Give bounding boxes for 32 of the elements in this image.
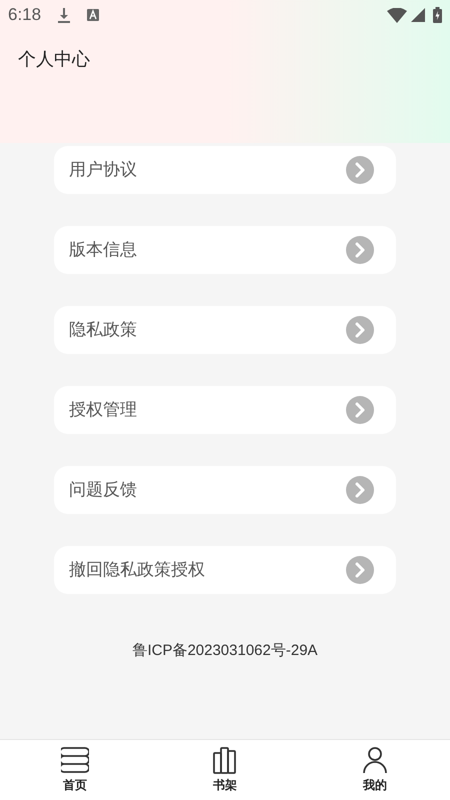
menu-item[interactable]: 隐私政策 (54, 306, 396, 354)
menu-item[interactable]: 问题反馈 (54, 466, 396, 514)
chevron-right-icon (346, 156, 374, 184)
menu-label: 问题反馈 (69, 479, 137, 502)
menu-item[interactable]: 版本信息 (54, 226, 396, 274)
page-title: 个人中心 (18, 48, 90, 71)
font-icon (87, 9, 100, 21)
wifi-icon (387, 8, 407, 22)
menu-item[interactable]: 用户协议 (54, 146, 396, 194)
battery-icon (433, 7, 442, 23)
chevron-right-icon (346, 556, 374, 584)
books-icon (213, 746, 237, 774)
download-icon (57, 7, 72, 23)
signal-icon (411, 8, 425, 22)
menu-label: 版本信息 (69, 239, 137, 262)
chevron-right-icon (346, 476, 374, 504)
person-icon (362, 746, 388, 774)
tab[interactable]: 书架 (150, 740, 300, 800)
book-stack-icon (61, 746, 89, 774)
menu-label: 隐私政策 (69, 319, 137, 342)
icp-number: 鲁ICP备2023031062号-29A (132, 641, 318, 661)
menu-label: 授权管理 (69, 399, 137, 422)
tab[interactable]: 首页 (0, 740, 150, 800)
chevron-right-icon (346, 396, 374, 424)
menu-item[interactable]: 撤回隐私政策授权 (54, 546, 396, 594)
chevron-right-icon (346, 316, 374, 344)
chevron-right-icon (346, 236, 374, 264)
status-time: 6:18 (8, 4, 42, 26)
menu-label: 撤回隐私政策授权 (69, 559, 205, 582)
menu-item[interactable]: 授权管理 (54, 386, 396, 434)
menu-label: 用户协议 (69, 159, 137, 182)
tab[interactable]: 我的 (300, 740, 450, 800)
